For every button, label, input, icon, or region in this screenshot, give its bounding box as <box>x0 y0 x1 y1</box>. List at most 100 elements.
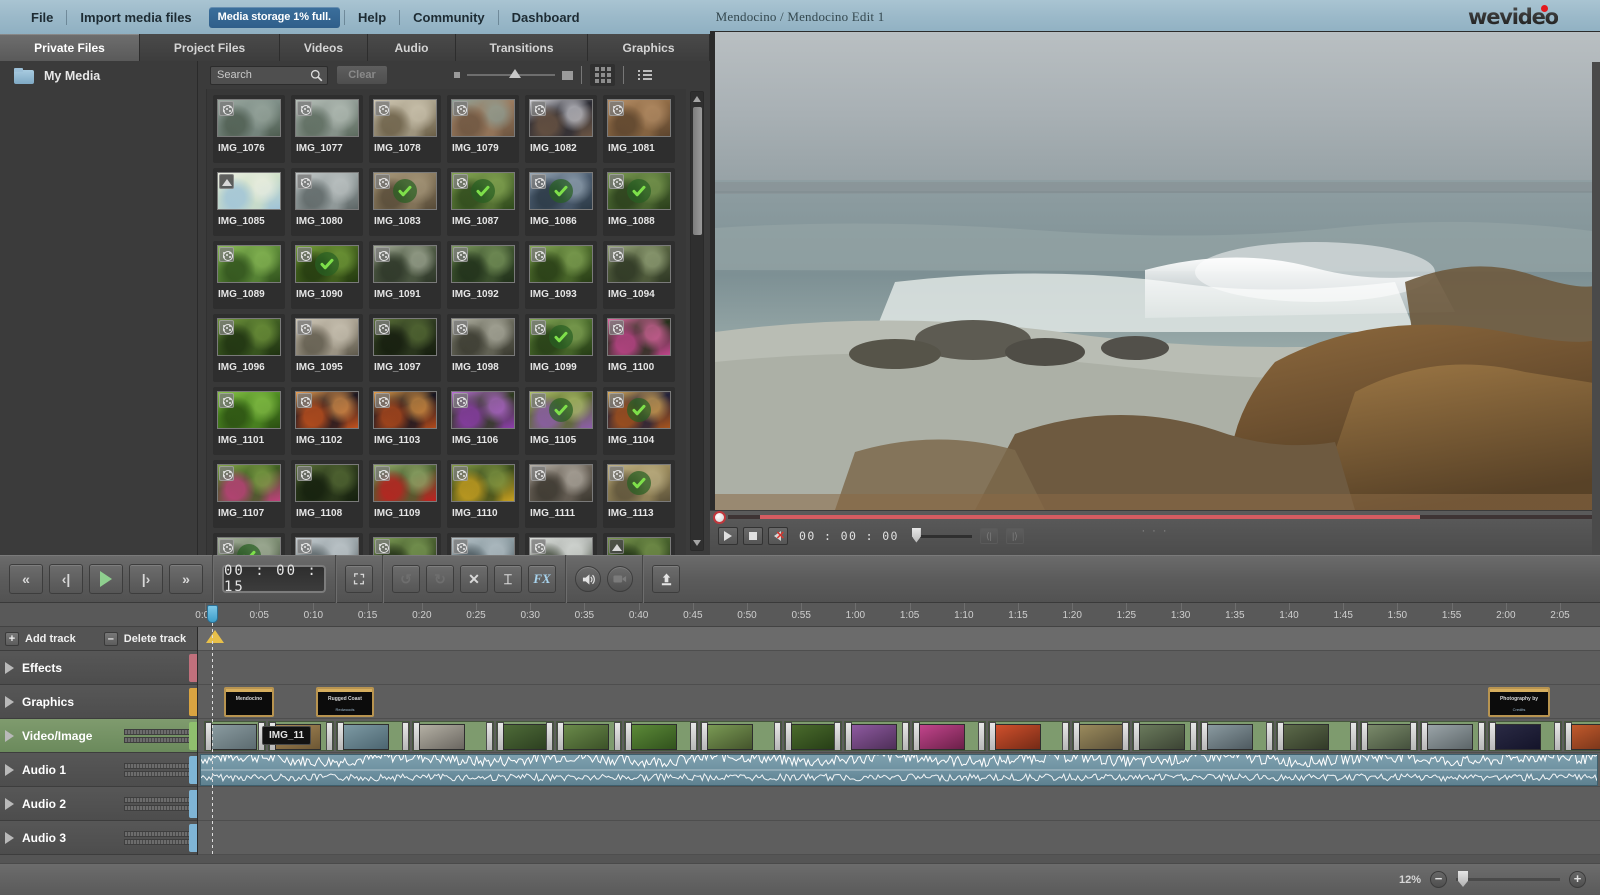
clip-trim-handle-right[interactable] <box>902 722 909 750</box>
size-slider-track[interactable] <box>467 69 555 78</box>
video-clip[interactable] <box>1420 721 1486 751</box>
volume-icon-button[interactable] <box>575 566 601 592</box>
mark-in-button[interactable]: ⟨| <box>979 528 998 544</box>
media-grid-item[interactable]: IMG_1107 <box>213 460 285 528</box>
clip-trim-handle-right[interactable] <box>1554 722 1561 750</box>
scrub-bar[interactable] <box>728 515 1598 519</box>
graphics-clip[interactable]: Photography by Credits <box>1488 687 1550 717</box>
search-input[interactable] <box>217 69 307 81</box>
zoom-out-button[interactable]: − <box>1430 871 1447 888</box>
expand-triangle-icon[interactable] <box>5 661 14 674</box>
expand-triangle-icon[interactable] <box>5 797 14 810</box>
video-clip[interactable] <box>556 721 622 751</box>
media-grid-item[interactable]: IMG_1101 <box>213 387 285 455</box>
clip-trim-handle-right[interactable] <box>1266 722 1273 750</box>
expand-triangle-icon[interactable] <box>5 831 14 844</box>
media-grid-item[interactable]: IMG_1082 <box>525 95 597 163</box>
media-grid-item[interactable]: IMG_1105 <box>525 387 597 455</box>
track-header-effects[interactable]: Effects <box>0 651 197 685</box>
lane-audio-1[interactable] <box>198 753 1600 787</box>
media-grid-scroll[interactable]: IMG_1076 IMG_1077 IMG_1078 IMG_1079 IMG_1082… <box>206 89 686 555</box>
lane-audio-3[interactable] <box>198 821 1600 855</box>
clear-button[interactable]: Clear <box>336 65 388 85</box>
scrub-handle[interactable] <box>713 510 726 524</box>
media-grid-item[interactable]: IMG_1076 <box>213 95 285 163</box>
media-grid-item[interactable]: IMG_1081 <box>603 95 675 163</box>
size-slider-knob[interactable] <box>509 69 521 78</box>
expand-triangle-icon[interactable] <box>5 763 14 776</box>
undo-button[interactable]: ↺ <box>392 565 420 593</box>
tab-project-files[interactable]: Project Files <box>140 34 280 61</box>
media-grid-item[interactable] <box>525 533 597 555</box>
delete-track-label[interactable]: Delete track <box>124 633 186 645</box>
mark-out-button[interactable]: |⟩ <box>1005 528 1024 544</box>
track-header-video-image[interactable]: Video/Image <box>0 719 197 753</box>
lane-graphics[interactable]: Mendocino Rugged Coast Redwoods Photography… <box>198 685 1600 719</box>
menu-file[interactable]: File <box>18 7 66 28</box>
clip-trim-handle-right[interactable] <box>774 722 781 750</box>
video-clip[interactable] <box>1360 721 1418 751</box>
track-header-audio-1[interactable]: Audio 1 <box>0 753 197 787</box>
video-clip[interactable] <box>912 721 986 751</box>
play-button[interactable] <box>89 564 123 594</box>
step-forward-button[interactable]: |› <box>129 564 163 594</box>
media-grid-item[interactable]: IMG_1106 <box>447 387 519 455</box>
preview-volume-slider[interactable] <box>911 527 972 543</box>
media-grid-item[interactable] <box>603 533 675 555</box>
media-grid-item[interactable] <box>447 533 519 555</box>
video-clip[interactable] <box>1564 721 1600 751</box>
redo-button[interactable]: ↻ <box>426 565 454 593</box>
scroll-up-icon[interactable] <box>692 94 702 104</box>
media-grid-item[interactable]: IMG_1080 <box>291 168 363 236</box>
media-grid-item[interactable] <box>213 533 285 555</box>
expand-triangle-icon[interactable] <box>5 729 14 742</box>
volume-knob[interactable] <box>911 527 921 543</box>
video-clip[interactable] <box>624 721 698 751</box>
timeline-ruler[interactable]: 0:00 0:05 0:10 0:15 0:20 0:25 0:30 0:35 0:40 0:45… <box>0 603 1600 627</box>
video-clip[interactable] <box>1200 721 1274 751</box>
zoom-slider-track[interactable] <box>1456 871 1560 887</box>
media-grid-item[interactable]: IMG_1104 <box>603 387 675 455</box>
clip-trim-handle-right[interactable] <box>402 722 409 750</box>
timeline-timecode[interactable]: 00 : 00 : 15 <box>222 563 326 595</box>
menu-dashboard[interactable]: Dashboard <box>499 7 593 28</box>
preview-stop-button[interactable] <box>743 527 763 545</box>
add-track-label[interactable]: Add track <box>25 633 76 645</box>
media-grid-item[interactable]: IMG_1094 <box>603 241 675 309</box>
media-grid-item[interactable]: IMG_1096 <box>213 314 285 382</box>
media-grid-scrollbar[interactable] <box>690 91 704 551</box>
skip-to-end-button[interactable]: » <box>169 564 203 594</box>
delete-button[interactable]: ✕ <box>460 565 488 593</box>
lane-video-image[interactable]: IMG_11 <box>198 719 1600 753</box>
fullscreen-button[interactable]: ⛶ <box>345 565 373 593</box>
clip-trim-handle-right[interactable] <box>486 722 493 750</box>
tab-transitions[interactable]: Transitions <box>456 34 588 61</box>
delete-track-icon[interactable]: – <box>103 631 118 646</box>
media-grid-item[interactable] <box>369 533 441 555</box>
split-clip-button[interactable]: ⌶ <box>494 565 522 593</box>
clip-trim-handle-right[interactable] <box>614 722 621 750</box>
grid-view-button[interactable] <box>590 64 615 86</box>
list-view-button[interactable] <box>632 64 657 86</box>
video-clip[interactable] <box>700 721 782 751</box>
skip-to-start-button[interactable]: « <box>9 564 43 594</box>
media-grid-item[interactable]: IMG_1110 <box>447 460 519 528</box>
lane-audio-2[interactable] <box>198 787 1600 821</box>
media-grid-item[interactable]: IMG_1109 <box>369 460 441 528</box>
video-clip[interactable] <box>336 721 410 751</box>
add-track-icon[interactable]: + <box>5 631 19 646</box>
graphics-clip[interactable]: Mendocino <box>224 687 274 717</box>
media-grid-item[interactable]: IMG_1113 <box>603 460 675 528</box>
clip-trim-handle-right[interactable] <box>834 722 841 750</box>
clip-trim-handle-right[interactable] <box>1122 722 1129 750</box>
media-storage-badge[interactable]: Media storage 1% full. <box>208 6 340 28</box>
media-grid-item[interactable]: IMG_1086 <box>525 168 597 236</box>
track-header-graphics[interactable]: Graphics <box>0 685 197 719</box>
video-clip[interactable] <box>496 721 554 751</box>
media-grid-item[interactable]: IMG_1083 <box>369 168 441 236</box>
audio-clip[interactable] <box>200 754 1598 786</box>
clip-trim-handle-right[interactable] <box>690 722 697 750</box>
video-clip[interactable] <box>844 721 910 751</box>
video-clip[interactable] <box>1488 721 1562 751</box>
media-grid-item[interactable]: IMG_1089 <box>213 241 285 309</box>
